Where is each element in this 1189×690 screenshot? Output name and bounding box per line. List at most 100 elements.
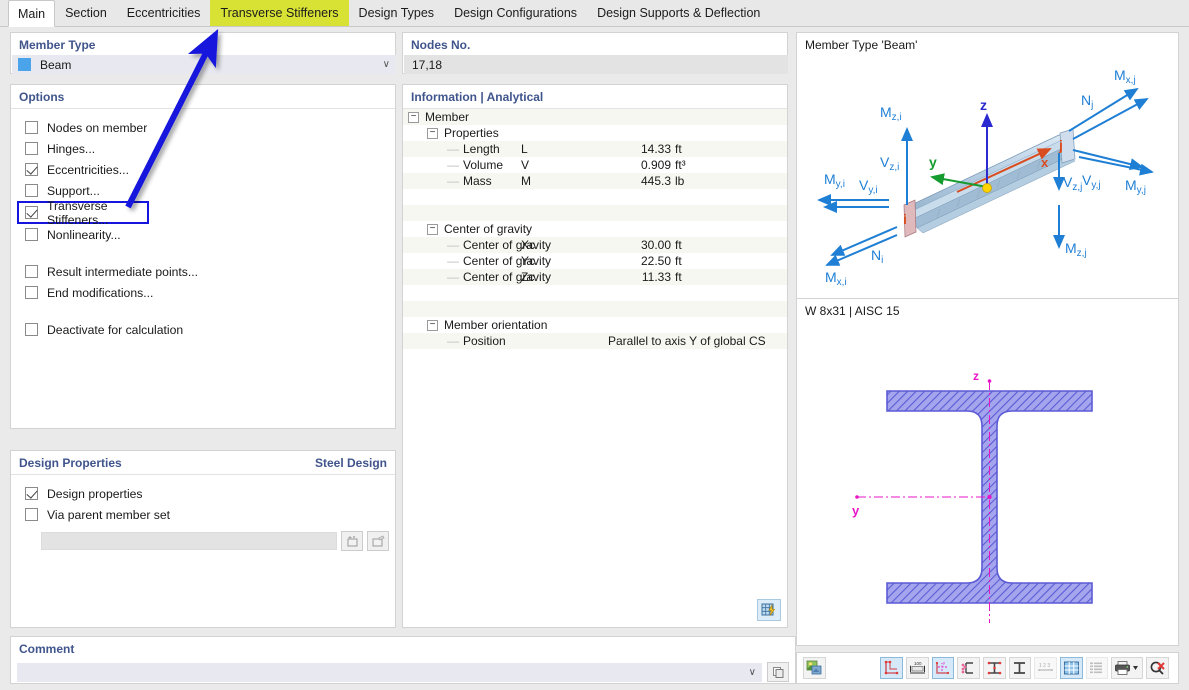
option-deactivate-for-calculation[interactable]: Deactivate for calculation bbox=[11, 319, 395, 340]
tree-group-center-of-gravity[interactable]: − Center of gravity bbox=[403, 221, 787, 237]
section-outline-button[interactable] bbox=[880, 657, 903, 679]
force-label-vyi: Vy,i bbox=[859, 177, 878, 196]
tree-node-member[interactable]: − Member bbox=[403, 109, 787, 125]
option-eccentricities[interactable]: Eccentricities... bbox=[11, 159, 395, 180]
svg-text:y: y bbox=[943, 660, 945, 665]
collapse-icon[interactable]: − bbox=[427, 127, 438, 139]
row-label: Position bbox=[463, 334, 506, 348]
tab-design-supports-deflection[interactable]: Design Supports & Deflection bbox=[587, 0, 770, 26]
nodes-value: 17,18 bbox=[412, 57, 443, 72]
section-preview-title: W 8x31 | AISC 15 bbox=[805, 304, 900, 318]
row-label: Center of gravity bbox=[463, 270, 552, 284]
option-end-modifications[interactable]: End modifications... bbox=[11, 282, 395, 303]
option-label: Design properties bbox=[47, 486, 143, 501]
table-row[interactable]: — Volume V 0.909 ft³ bbox=[403, 157, 787, 173]
checkbox-checked-icon[interactable] bbox=[25, 206, 38, 219]
row-symbol: L bbox=[521, 142, 528, 156]
beam-preview-title-row: Member Type 'Beam' bbox=[797, 33, 1178, 57]
tree-group-member-orientation[interactable]: − Member orientation bbox=[403, 317, 787, 333]
tree-line: — bbox=[447, 174, 459, 188]
tab-section[interactable]: Section bbox=[55, 0, 117, 26]
checkbox-icon[interactable] bbox=[25, 184, 38, 197]
checkbox-checked-icon[interactable] bbox=[25, 487, 38, 500]
force-label-mzi: Mz,i bbox=[880, 104, 902, 123]
print-button[interactable] bbox=[1111, 657, 1144, 679]
tab-eccentricities[interactable]: Eccentricities bbox=[117, 0, 211, 26]
zoom-reset-button[interactable] bbox=[1146, 657, 1169, 679]
table-lightning-button[interactable] bbox=[757, 599, 781, 621]
grid-icon bbox=[1063, 661, 1079, 675]
nodes-value-field[interactable]: 17,18 bbox=[404, 55, 788, 74]
row-unit: ft bbox=[675, 142, 682, 156]
edit-parent-member-set-button[interactable] bbox=[367, 531, 389, 551]
tab-design-configurations[interactable]: Design Configurations bbox=[444, 0, 587, 26]
collapse-icon[interactable]: − bbox=[408, 111, 419, 123]
checkbox-icon[interactable] bbox=[25, 121, 38, 134]
member-type-select[interactable]: Beam ∨ bbox=[12, 55, 396, 74]
row-value: 445.3 bbox=[640, 174, 671, 188]
force-label-vyj: Vy,j bbox=[1082, 172, 1101, 191]
render-view-button[interactable] bbox=[803, 657, 826, 679]
option-result-intermediate-points[interactable]: Result intermediate points... bbox=[11, 261, 395, 282]
checkbox-icon[interactable] bbox=[25, 228, 38, 241]
table-row[interactable]: — Position Parallel to axis Y of global … bbox=[403, 333, 787, 349]
option-design-properties[interactable]: Design properties bbox=[11, 483, 395, 504]
table-row[interactable]: — Center of gravity Zc 11.33 ft bbox=[403, 269, 787, 285]
member-type-title: Member Type bbox=[19, 38, 96, 52]
tab-design-supports-deflection-label: Design Supports & Deflection bbox=[597, 6, 761, 20]
principal-axes-button[interactable]: y bbox=[931, 657, 955, 679]
parent-member-set-input[interactable] bbox=[41, 532, 337, 550]
information-header: Information | Analytical bbox=[403, 85, 787, 109]
tree-group-properties[interactable]: − Properties bbox=[403, 125, 787, 141]
option-hinges[interactable]: Hinges... bbox=[11, 138, 395, 159]
comment-input[interactable]: ∨ bbox=[17, 662, 762, 682]
option-label: Eccentricities... bbox=[47, 162, 129, 177]
collapse-icon[interactable]: − bbox=[427, 223, 438, 235]
checkbox-icon[interactable] bbox=[25, 508, 38, 521]
information-title: Information | Analytical bbox=[411, 90, 544, 104]
design-properties-title: Design Properties bbox=[19, 456, 122, 470]
dimensions-button[interactable]: 100 bbox=[905, 657, 929, 679]
tab-transverse-stiffeners[interactable]: Transverse Stiffeners bbox=[210, 0, 349, 26]
stress-points-button[interactable] bbox=[957, 657, 980, 679]
checkbox-icon[interactable] bbox=[25, 142, 38, 155]
option-nodes-on-member[interactable]: Nodes on member bbox=[11, 117, 395, 138]
table-row[interactable]: — Mass M 445.3 lb bbox=[403, 173, 787, 189]
row-symbol: Yc bbox=[521, 254, 536, 268]
checkbox-icon[interactable] bbox=[25, 286, 38, 299]
table-row[interactable]: — Length L 14.33 ft bbox=[403, 141, 787, 157]
tab-design-types[interactable]: Design Types bbox=[349, 0, 445, 26]
option-transverse-stiffeners[interactable]: Transverse Stiffeners... bbox=[17, 199, 149, 227]
chevron-down-icon[interactable]: ∨ bbox=[749, 667, 756, 678]
new-parent-member-set-button[interactable] bbox=[341, 531, 363, 551]
section-shape-icon bbox=[1014, 662, 1026, 674]
numbering-button[interactable]: 1 2 3 bbox=[1034, 657, 1057, 679]
checkbox-checked-icon[interactable] bbox=[25, 163, 38, 176]
section-shape-button[interactable] bbox=[1008, 657, 1032, 679]
options-spacer bbox=[11, 303, 395, 319]
member-type-color-swatch bbox=[18, 58, 31, 71]
grid-button[interactable] bbox=[1059, 657, 1083, 679]
row-label: Length bbox=[463, 142, 500, 156]
options-title: Options bbox=[19, 90, 65, 104]
checkbox-icon[interactable] bbox=[25, 265, 38, 278]
information-tree: − Member − Properties — Length L 14.33 f… bbox=[403, 109, 787, 349]
row-unit: ft³ bbox=[675, 158, 686, 172]
checkbox-icon[interactable] bbox=[25, 323, 38, 336]
comment-copy-button[interactable] bbox=[767, 662, 789, 682]
table-row[interactable]: — Center of gravity Xc 30.00 ft bbox=[403, 237, 787, 253]
value-list-button[interactable] bbox=[1085, 657, 1109, 679]
section-parts-button[interactable] bbox=[982, 657, 1006, 679]
parent-member-set-row bbox=[11, 531, 395, 551]
tree-group-label: Center of gravity bbox=[444, 222, 533, 236]
collapse-icon[interactable]: − bbox=[427, 319, 438, 331]
tab-main[interactable]: Main bbox=[8, 0, 56, 27]
table-row[interactable]: — Center of gravity Yc 22.50 ft bbox=[403, 253, 787, 269]
option-via-parent-member-set[interactable]: Via parent member set bbox=[11, 504, 395, 525]
force-label-myi: My,i bbox=[824, 171, 845, 190]
option-nonlinearity[interactable]: Nonlinearity... bbox=[11, 224, 395, 245]
axis-y-endpoint bbox=[855, 495, 859, 499]
tab-main-label: Main bbox=[18, 6, 46, 21]
steel-design-label: Steel Design bbox=[314, 456, 387, 470]
svg-text:1 2 3: 1 2 3 bbox=[1039, 663, 1050, 669]
